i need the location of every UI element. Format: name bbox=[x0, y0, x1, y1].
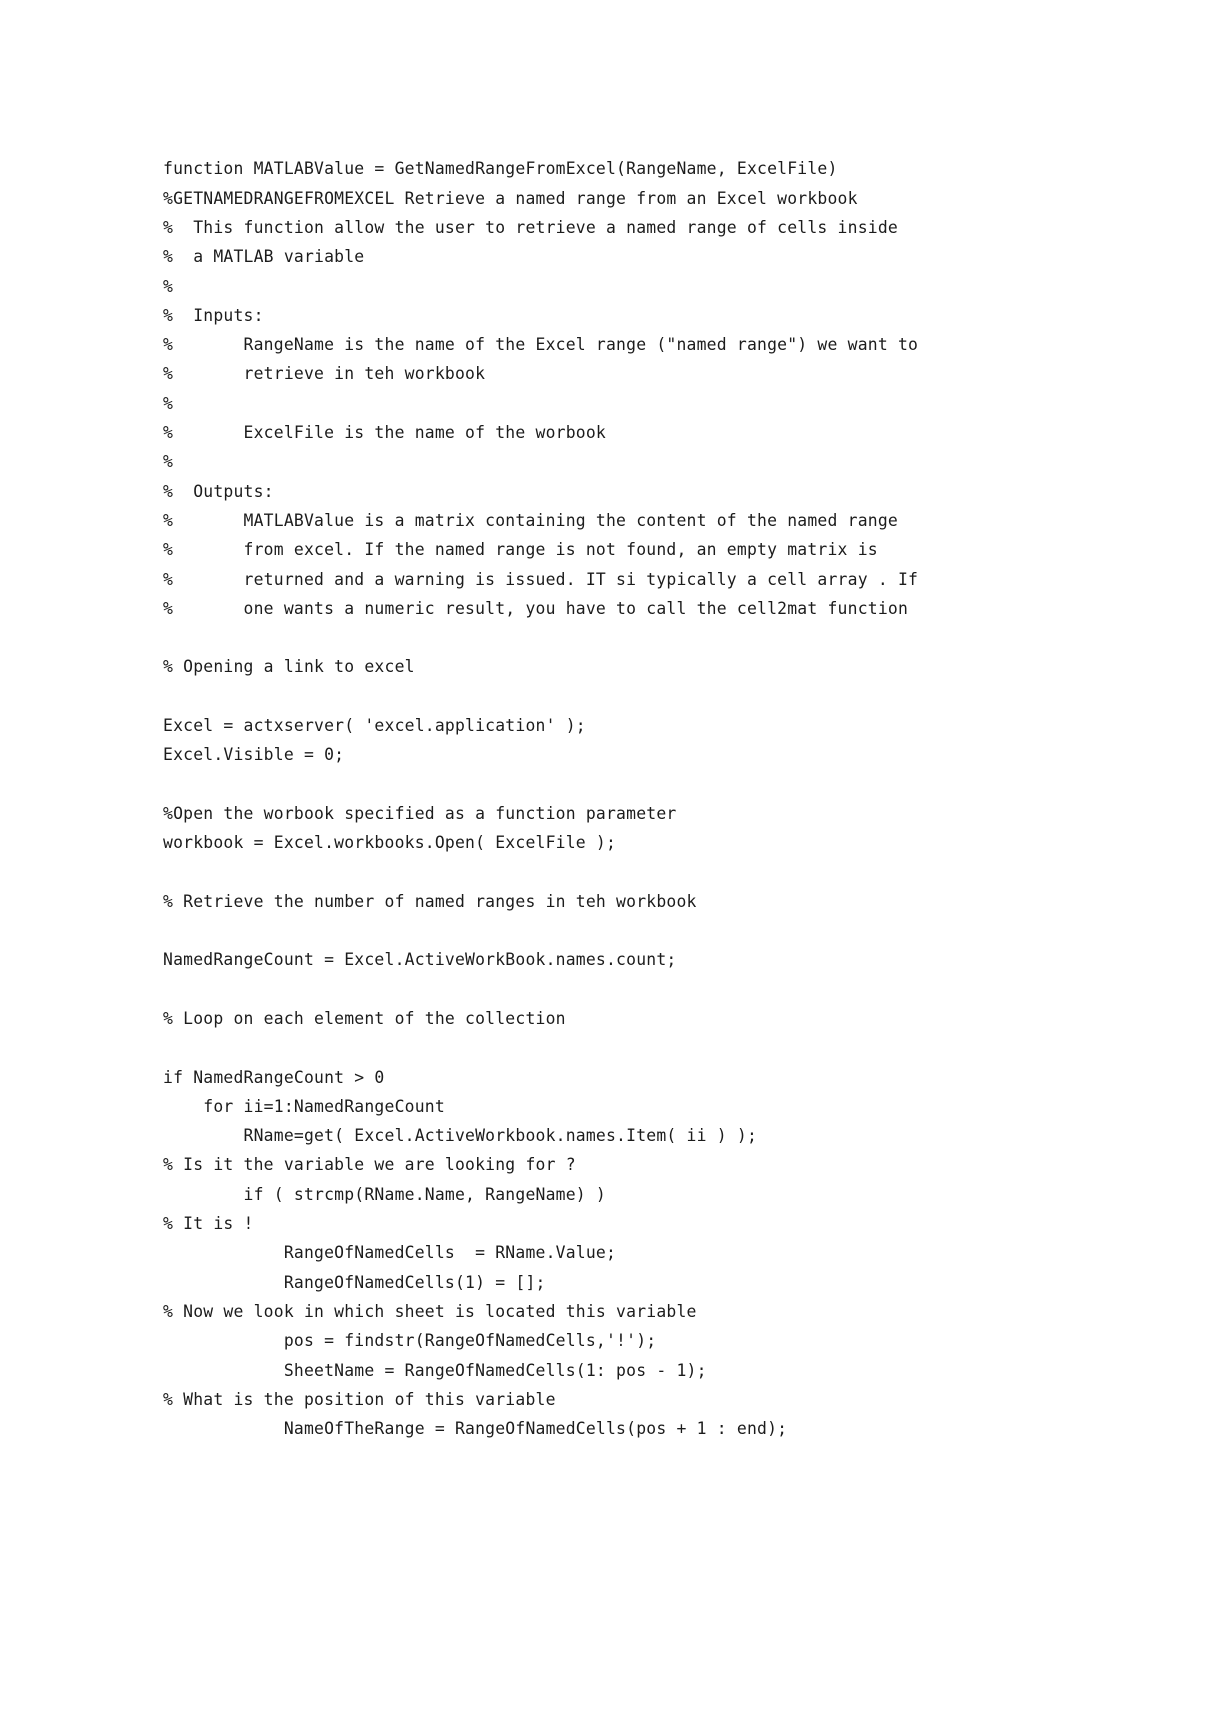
code-line: % RangeName is the name of the Excel ran… bbox=[163, 335, 919, 355]
code-line: % returned and a warning is issued. IT s… bbox=[163, 569, 919, 589]
code-line: % bbox=[163, 276, 174, 296]
code-line: % MATLABValue is a matrix containing the… bbox=[163, 510, 898, 530]
code-line: % Loop on each element of the collection bbox=[163, 1009, 566, 1028]
code-line: NameOfTheRange = RangeOfNamedCells(pos +… bbox=[163, 1419, 788, 1439]
code-line: NamedRangeCount = Excel.ActiveWorkBook.n… bbox=[163, 950, 677, 970]
code-line: % This function allow the user to retrie… bbox=[163, 217, 898, 237]
code-line: % Retrieve the number of named ranges in… bbox=[163, 891, 697, 911]
code-line: RangeOfNamedCells(1) = []; bbox=[163, 1272, 546, 1292]
code-line: SheetName = RangeOfNamedCells(1: pos - 1… bbox=[163, 1360, 707, 1380]
code-line: % It is ! bbox=[163, 1214, 254, 1234]
code-line: pos = findstr(RangeOfNamedCells,'!'); bbox=[163, 1331, 657, 1351]
document-page: function MATLABValue = GetNamedRangeFrom… bbox=[0, 0, 1214, 1719]
code-line: if ( strcmp(RName.Name, RangeName) ) bbox=[163, 1184, 606, 1204]
code-line: % bbox=[163, 452, 174, 472]
code-line: % a MATLAB variable bbox=[163, 247, 365, 267]
code-line: % Opening a link to excel bbox=[163, 657, 415, 677]
code-line: % bbox=[163, 393, 174, 413]
code-line: % What is the position of this variable bbox=[163, 1389, 556, 1409]
code-line: %Open the worbook specified as a functio… bbox=[163, 803, 677, 823]
code-line: % from excel. If the named range is not … bbox=[163, 540, 878, 560]
code-line: %GETNAMEDRANGEFROMEXCEL Retrieve a named… bbox=[163, 188, 858, 208]
code-line: % one wants a numeric result, you have t… bbox=[163, 598, 909, 618]
code-line: % Inputs: bbox=[163, 305, 264, 325]
code-line: % Outputs: bbox=[163, 481, 274, 501]
code-line: workbook = Excel.workbooks.Open( ExcelFi… bbox=[163, 833, 617, 853]
code-line: RangeOfNamedCells = RName.Value; bbox=[163, 1243, 617, 1263]
code-line: % retrieve in teh workbook bbox=[163, 364, 486, 384]
code-listing: function MATLABValue = GetNamedRangeFrom… bbox=[163, 154, 1143, 1443]
code-line: RName=get( Excel.ActiveWorkbook.names.It… bbox=[163, 1126, 758, 1146]
code-line: Excel.Visible = 0; bbox=[163, 745, 345, 765]
code-line: % Now we look in which sheet is located … bbox=[163, 1301, 697, 1321]
code-line: % ExcelFile is the name of the worbook bbox=[163, 423, 606, 443]
code-line: if NamedRangeCount > 0 bbox=[163, 1067, 385, 1087]
code-line: Excel = actxserver( 'excel.application' … bbox=[163, 716, 586, 736]
code-line: % Is it the variable we are looking for … bbox=[163, 1155, 576, 1175]
code-line: function MATLABValue = GetNamedRangeFrom… bbox=[163, 159, 838, 179]
code-line: for ii=1:NamedRangeCount bbox=[163, 1096, 445, 1116]
